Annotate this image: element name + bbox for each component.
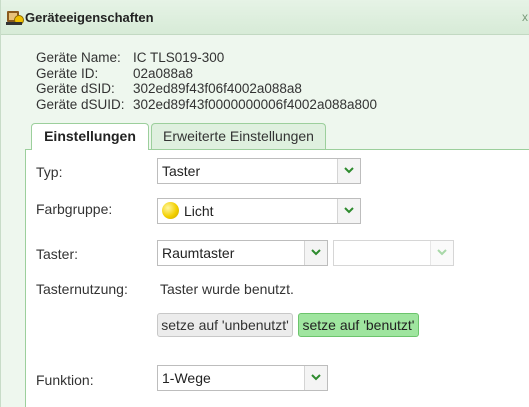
tab-einstellungen[interactable]: Einstellungen bbox=[31, 123, 149, 150]
typ-label: Typ: bbox=[36, 164, 63, 180]
info-value: 302ed89f43f0000000006f4002a088a800 bbox=[133, 96, 378, 112]
dialog-titlebar[interactable]: Geräteeigenschaften x bbox=[1, 0, 529, 35]
close-icon[interactable]: x bbox=[522, 10, 528, 24]
taster-label: Taster: bbox=[36, 246, 79, 262]
taster-secondary-select[interactable] bbox=[333, 240, 454, 266]
chevron-down-icon[interactable] bbox=[430, 241, 453, 265]
taster-select[interactable]: Raumtaster bbox=[157, 240, 328, 266]
settings-panel: Typ: Taster Farbgruppe: Licht Taster: Ra… bbox=[25, 149, 529, 407]
dialog-title: Geräteeigenschaften bbox=[25, 10, 154, 25]
info-label: Geräte Name: bbox=[36, 50, 121, 65]
chevron-down-icon[interactable] bbox=[337, 159, 360, 183]
chevron-down-icon[interactable] bbox=[304, 241, 327, 265]
tab-erweiterte-einstellungen[interactable]: Erweiterte Einstellungen bbox=[151, 123, 326, 150]
set-used-button[interactable]: setze auf 'benutzt' bbox=[298, 313, 419, 337]
chevron-down-icon[interactable] bbox=[337, 199, 360, 223]
info-value: IC TLS019-300 bbox=[133, 50, 225, 65]
typ-select[interactable]: Taster bbox=[157, 158, 361, 184]
farbgruppe-value: Licht bbox=[184, 203, 214, 219]
farbgruppe-label: Farbgruppe: bbox=[36, 201, 113, 217]
info-label: Geräte ID: bbox=[36, 65, 99, 81]
tasternutzung-label: Tasternutzung: bbox=[36, 281, 128, 297]
tasternutzung-status: Taster wurde benutzt. bbox=[160, 281, 294, 297]
light-bulb-icon bbox=[162, 202, 179, 219]
set-unused-button[interactable]: setze auf 'unbenutzt' bbox=[157, 313, 293, 337]
funktion-select[interactable]: 1-Wege bbox=[157, 365, 328, 391]
info-label: Geräte dSID: bbox=[36, 81, 115, 96]
taster-value: Raumtaster bbox=[162, 245, 235, 261]
info-value: 302ed89f43f06f4002a088a8 bbox=[133, 81, 302, 96]
info-label: Geräte dSUID: bbox=[36, 96, 125, 112]
typ-value: Taster bbox=[162, 163, 201, 179]
farbgruppe-select[interactable]: Licht bbox=[157, 198, 361, 224]
device-icon bbox=[6, 8, 24, 26]
chevron-down-icon[interactable] bbox=[304, 366, 327, 390]
funktion-value: 1-Wege bbox=[162, 370, 211, 386]
funktion-label: Funktion: bbox=[36, 372, 94, 388]
device-properties-dialog: Geräteeigenschaften x Geräte Name: IC TL… bbox=[0, 0, 529, 407]
info-value: 02a088a8 bbox=[133, 65, 194, 81]
